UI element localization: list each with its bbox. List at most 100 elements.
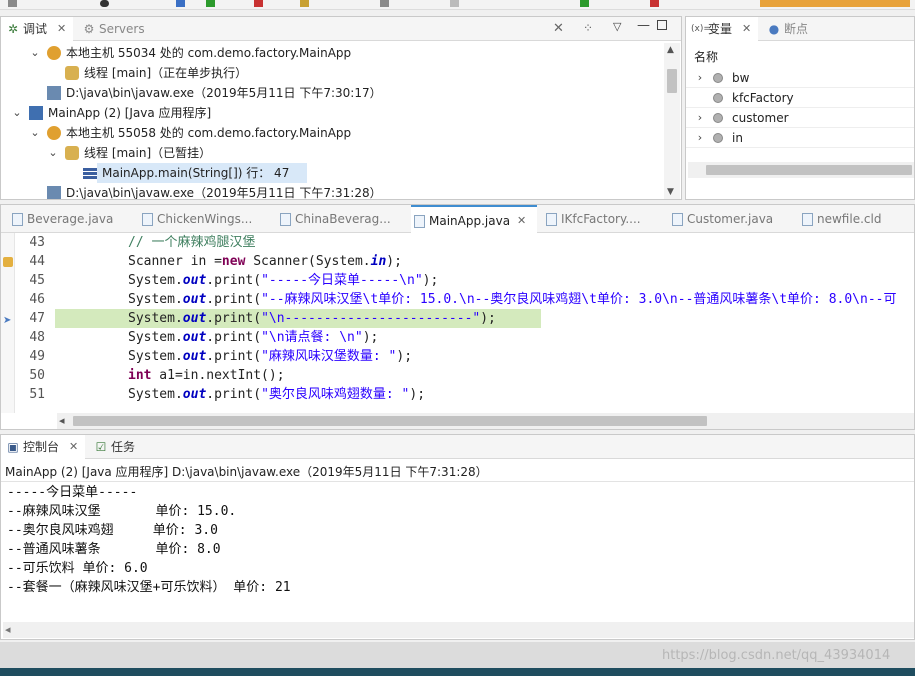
code-text: Scanner in =new Scanner(System.in); [128,252,402,271]
line-number: 43 [29,235,45,250]
step-into-icon[interactable] [300,0,309,7]
close-icon[interactable]: ✕ [69,435,78,459]
editor-tab[interactable]: Beverage.java [9,205,131,233]
toolbar-icon[interactable] [650,0,659,7]
code-token: ); [386,254,402,269]
console-output-line: -----今日菜单----- [7,485,138,500]
scroll-down-icon[interactable]: ▼ [667,187,674,197]
console-output[interactable]: -----今日菜单----- --麻辣风味汉堡 单价: 15.0. --奥尔良风味鸡… [1,483,914,623]
view-menu-icon[interactable]: ▽ [613,20,621,33]
breakpoints-icon: ● [768,22,780,36]
variable-name: in [732,131,743,145]
code-token: ); [409,387,426,402]
tab-debug[interactable]: ✲ 调试 ✕ [1,17,73,41]
debug-tree-row[interactable]: MainApp.main(String[]) 行： 47 [1,163,663,183]
debug-tree-label: MainApp (2) [Java 应用程序] [48,106,212,120]
variable-row[interactable]: › customer [686,108,914,128]
close-icon[interactable]: ✕ [742,17,751,41]
chevron-down-icon[interactable]: ⌄ [29,123,41,143]
scrollbar-thumb[interactable] [667,69,677,93]
threads-icon[interactable]: ⁘ [583,21,593,35]
editor-tab[interactable]: ChickenWings... [139,205,269,233]
line-number: 45 [29,273,45,288]
debug-tree-row[interactable]: ⌄ 线程 [main]（已暂挂） [1,143,663,163]
code-token: "麻辣风味汉堡数量: " [261,349,397,364]
tab-servers[interactable]: ⚙ Servers [77,17,157,41]
code-editor[interactable]: ➤ 43// 一个麻辣鸡腿汉堡 44 Scanner in =new Scanner… [1,233,914,413]
chevron-right-icon[interactable]: › [694,108,706,128]
debug-tree-row[interactable]: 线程 [main]（正在单步执行） [1,63,663,83]
code-token: .print( [206,349,262,364]
code-text: // 一个麻辣鸡腿汉堡 [128,233,255,252]
code-text: System.out.print("--麻辣风味汉堡\t单价: 15.0.\n-… [128,290,897,309]
debug-tree-scrollbar[interactable]: ▲ ▼ [664,43,680,199]
chevron-right-icon[interactable]: › [694,68,706,88]
toolbar-icon[interactable] [380,0,389,7]
code-token: System. [128,273,183,288]
code-token: in [370,254,387,269]
variable-row[interactable]: › in [686,128,914,148]
scrollbar-thumb[interactable] [73,416,707,426]
scroll-left-icon[interactable]: ◂ [5,623,11,636]
code-token: Scanner in = [128,254,222,269]
chevron-right-icon[interactable]: › [694,128,706,148]
editor-tab[interactable]: ChinaBeverag... [277,205,403,233]
scroll-up-icon[interactable]: ▲ [667,45,674,55]
close-icon[interactable]: ✕ [57,17,66,41]
editor-hscrollbar[interactable]: ◂ [57,413,914,429]
toolbar-icon[interactable] [450,0,459,7]
remove-terminated-icon[interactable]: ✕ [553,21,564,36]
search-icon[interactable] [176,0,185,7]
code-token: "--麻辣风味汉堡\t单价: 15.0.\n--奥尔良风味鸡翅\t单价: 3.0… [261,292,897,307]
toolbar-icon[interactable] [8,0,17,7]
code-token: out [182,292,207,307]
editor-tab[interactable]: Customer.java [669,205,791,233]
editor-tab[interactable]: IKfcFactory.... [543,205,661,233]
chevron-down-icon[interactable]: ⌄ [11,103,23,123]
scrollbar-thumb[interactable] [706,165,912,175]
variables-hscrollbar[interactable] [688,162,914,178]
console-view-tabbar: ▣ 控制台 ✕ ☑ 任务 [1,435,914,459]
line-number: 47 [29,311,45,326]
code-line: 48 System.out.print("\n请点餐: \n"); [1,328,914,347]
tab-variables[interactable]: (x)= 变量 ✕ [686,17,758,41]
debug-icon[interactable] [100,0,109,7]
chevron-down-icon[interactable]: ⌄ [47,143,59,163]
code-token: System. [128,387,183,402]
chevron-down-icon[interactable]: ⌄ [29,43,41,63]
debug-view: ✲ 调试 ✕ ⚙ Servers ✕ ⁘ ▽ — ⌄ 本地主机 55034 处的 … [0,16,682,200]
debug-tree-row[interactable]: D:\java\bin\javaw.exe（2019年5月11日 下午7:30:… [1,83,663,103]
toolbar-icon [760,0,910,7]
close-icon[interactable]: ✕ [517,207,526,235]
terminate-icon[interactable] [254,0,263,7]
scroll-left-icon[interactable]: ◂ [59,414,65,427]
code-token: .print( [206,330,262,345]
variable-row[interactable]: kfcFactory [686,88,914,108]
minimize-icon[interactable]: — [637,18,650,33]
java-file-icon [142,213,153,226]
debug-tree-row[interactable]: D:\java\bin\javaw.exe（2019年5月11日 下午7:31:… [1,183,663,199]
code-line: 49 System.out.print("麻辣风味汉堡数量: "); [1,347,914,366]
debug-tree-row[interactable]: ⌄ MainApp (2) [Java 应用程序] [1,103,663,123]
line-number: 51 [29,387,45,402]
code-token: "\n------------------------" [261,311,481,326]
maximize-icon[interactable] [657,20,667,30]
editor-tab[interactable]: newfile.cld [799,205,899,233]
code-token: Scanner(System. [245,254,371,269]
console-hscrollbar[interactable]: ◂ [3,622,914,638]
variable-row[interactable]: › bw [686,68,914,88]
tab-tasks[interactable]: ☑ 任务 [89,435,149,459]
tab-console[interactable]: ▣ 控制台 ✕ [1,435,85,459]
tab-breakpoints[interactable]: ● 断点 [762,17,832,41]
code-token: out [182,349,207,364]
tasks-icon: ☑ [95,440,107,454]
launch-host-icon [47,46,61,60]
code-text: int a1=in.nextInt(); [128,366,285,385]
line-number: 46 [29,292,45,307]
debug-tree-row[interactable]: ⌄ 本地主机 55058 处的 com.demo.factory.MainApp [1,123,663,143]
editor-tab-label: ChinaBeverag... [295,212,391,226]
debug-tree-row[interactable]: ⌄ 本地主机 55034 处的 com.demo.factory.MainApp [1,43,663,63]
editor-tab[interactable]: MainApp.java ✕ [411,205,537,233]
resume-icon[interactable] [206,0,215,7]
run-icon[interactable] [580,0,589,7]
